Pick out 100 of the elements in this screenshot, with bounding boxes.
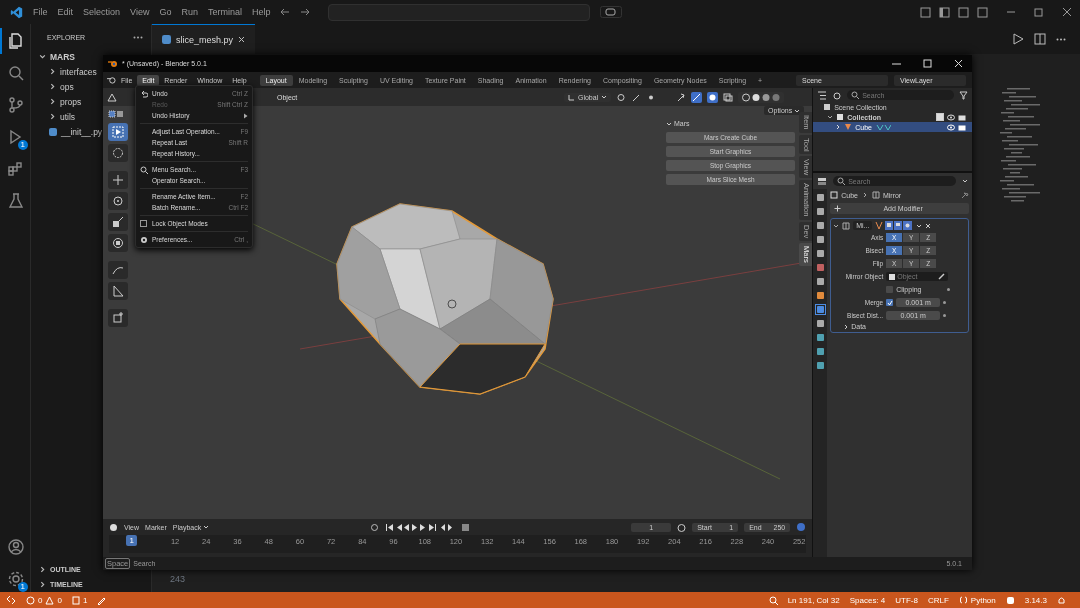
account-icon — [7, 538, 25, 556]
mesh-object-icon — [844, 123, 853, 131]
menu-item[interactable]: View — [130, 7, 150, 17]
status-item[interactable]: UTF-8 — [895, 595, 918, 605]
xray-icon[interactable] — [723, 92, 734, 102]
stopwatch-icon[interactable] — [677, 522, 687, 532]
menu-item[interactable]: Run — [181, 7, 198, 17]
close-icon[interactable] — [925, 222, 932, 229]
plus-icon — [834, 205, 842, 212]
editor-type-icon[interactable] — [107, 92, 117, 102]
project-folder[interactable]: MARS — [31, 49, 76, 64]
display-mode-icon[interactable] — [817, 90, 828, 100]
menu-item[interactable]: Go — [159, 7, 172, 17]
caret-icon — [666, 120, 672, 127]
blender-logo-icon — [108, 59, 118, 68]
folder-entry[interactable]: utils — [31, 109, 76, 124]
port-icon — [71, 595, 80, 605]
ports-status[interactable]: 1 — [71, 595, 88, 605]
split-editor-icon[interactable] — [1034, 33, 1046, 45]
caret-icon — [794, 107, 801, 114]
editor-tab[interactable]: slice_mesh.py — [152, 24, 256, 54]
layout-icon[interactable] — [958, 6, 969, 18]
menu-item[interactable]: Help — [251, 7, 271, 17]
chevron-icon — [861, 192, 868, 198]
python-file-icon — [162, 35, 171, 44]
editor-type-icon[interactable] — [817, 176, 828, 186]
move-tool-icon[interactable] — [108, 171, 128, 189]
checkbox[interactable] — [886, 286, 894, 293]
keyframe-dot-icon[interactable] — [947, 288, 951, 291]
overlay-icon[interactable] — [707, 91, 719, 103]
checkbox[interactable] — [936, 113, 944, 121]
playhead[interactable]: 1 — [126, 535, 137, 546]
dropdown-icon[interactable] — [916, 222, 923, 229]
status-item[interactable]: CRLF — [927, 595, 949, 605]
interpreter-version[interactable]: 3.14.3 — [1024, 595, 1047, 605]
record-icon[interactable] — [370, 522, 380, 532]
back-arrow-icon[interactable] — [280, 8, 291, 16]
scale-tool-icon[interactable] — [108, 213, 128, 231]
vscode-logo-icon — [10, 5, 23, 19]
filter-icon[interactable] — [959, 90, 968, 100]
measure-tool-icon[interactable] — [108, 282, 128, 300]
problems-status[interactable]: 0 0 — [26, 595, 62, 605]
menu-item[interactable]: Selection — [83, 7, 121, 17]
gizmo-icon[interactable] — [676, 92, 687, 102]
keying-icon[interactable] — [461, 522, 471, 532]
run-icon[interactable] — [1012, 33, 1024, 45]
modifier-toggles[interactable] — [875, 221, 914, 230]
forward-arrow-icon[interactable] — [300, 8, 311, 16]
more-icon[interactable] — [1056, 37, 1066, 41]
tool-gizmo-icon[interactable] — [691, 91, 703, 103]
maximize-icon[interactable] — [923, 59, 932, 68]
close-icon[interactable] — [1062, 7, 1072, 17]
pivot-icon[interactable] — [616, 92, 627, 102]
select-mode-icon[interactable] — [108, 110, 124, 118]
activity-bar-button[interactable]: 1 — [0, 124, 30, 150]
rotate-tool-icon[interactable] — [108, 192, 128, 210]
python-script-entry[interactable]: __init__.py — [31, 124, 103, 139]
gear-icon — [140, 235, 148, 244]
folder-entry[interactable]: interfaces — [31, 64, 97, 79]
eye-icon[interactable] — [947, 113, 955, 121]
folder-entry[interactable]: ops — [31, 79, 74, 94]
restore-icon[interactable] — [1034, 7, 1044, 17]
snap-icon[interactable] — [631, 92, 642, 102]
files-icon — [7, 32, 25, 50]
source-control-icon — [7, 96, 25, 114]
add-cube-tool-icon[interactable] — [108, 309, 128, 327]
keyframe-dot-icon[interactable] — [943, 314, 947, 317]
more-icon[interactable] — [133, 36, 143, 39]
layout-icon[interactable] — [939, 6, 950, 18]
zoom-icon[interactable] — [768, 595, 778, 605]
folder-entry[interactable]: props — [31, 94, 82, 109]
keyframe-dot-icon[interactable] — [943, 301, 947, 304]
activity-bar-button[interactable]: 1 — [0, 566, 30, 592]
sync-icon[interactable] — [796, 522, 807, 532]
close-icon[interactable] — [238, 36, 246, 43]
remote-icon[interactable] — [6, 595, 16, 605]
annotate-tool-icon[interactable] — [108, 261, 128, 279]
menu-item[interactable]: Edit — [57, 7, 74, 17]
menu-item[interactable]: File — [33, 7, 48, 17]
layout-icon[interactable] — [920, 6, 931, 18]
layout-icon[interactable] — [977, 6, 988, 18]
status-item[interactable]: Spaces: 4 — [849, 595, 886, 605]
cursor-tool-icon[interactable] — [108, 144, 128, 162]
chevron-icon[interactable] — [833, 222, 840, 229]
language-status[interactable]: Python — [958, 595, 996, 605]
settings-icon — [7, 570, 25, 588]
blender-logo-icon[interactable] — [107, 76, 116, 84]
search-icon — [7, 64, 25, 82]
pen-icon[interactable] — [97, 595, 107, 605]
pin-icon[interactable] — [961, 191, 969, 199]
command-center-field[interactable] — [328, 3, 591, 21]
menu-item[interactable]: Terminal — [207, 7, 242, 17]
status-item[interactable]: Ln 191, Col 32 — [787, 595, 840, 605]
python-icon[interactable] — [1005, 595, 1015, 605]
bell-icon[interactable] — [1057, 595, 1066, 605]
chat-icon[interactable] — [600, 6, 623, 18]
transform-tool-icon[interactable] — [108, 234, 128, 252]
options-icon[interactable] — [962, 178, 968, 184]
select-tool-icon[interactable] — [108, 123, 128, 141]
properties-tab-icon[interactable] — [815, 305, 825, 314]
